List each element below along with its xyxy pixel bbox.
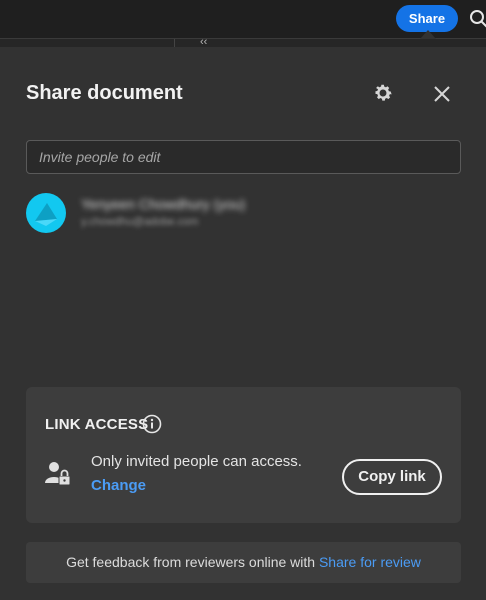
- toolbar-strip: ‹‹: [0, 36, 486, 48]
- change-access-link[interactable]: Change: [91, 477, 146, 494]
- app-top-bar: Share: [0, 0, 486, 38]
- close-icon[interactable]: [432, 84, 452, 104]
- user-lock-icon: [45, 462, 71, 486]
- avatar: [26, 193, 66, 233]
- gear-icon[interactable]: [372, 82, 394, 104]
- collaborator-row: Yenyeen Chowdhury (you) y.chowdhu@adobe.…: [26, 193, 326, 233]
- collaborator-name: Yenyeen Chowdhury (you): [81, 196, 246, 212]
- link-access-heading: LINK ACCESS: [45, 416, 149, 433]
- share-button[interactable]: Share: [396, 5, 458, 32]
- invite-input[interactable]: [26, 140, 461, 174]
- info-icon[interactable]: [142, 414, 162, 434]
- link-access-card: LINK ACCESS Only invited people can acce…: [26, 387, 461, 523]
- copy-link-button[interactable]: Copy link: [342, 459, 442, 495]
- share-for-review-link[interactable]: Share for review: [319, 554, 421, 570]
- dialog-title: Share document: [26, 82, 183, 104]
- review-banner: Get feedback from reviewers online with …: [26, 542, 461, 583]
- collaborator-email: y.chowdhu@adobe.com: [81, 216, 199, 228]
- search-icon[interactable]: [469, 9, 486, 29]
- link-access-description: Only invited people can access.: [91, 453, 302, 470]
- review-banner-text: Get feedback from reviewers online with: [66, 554, 319, 570]
- dialog-pointer: [420, 30, 436, 39]
